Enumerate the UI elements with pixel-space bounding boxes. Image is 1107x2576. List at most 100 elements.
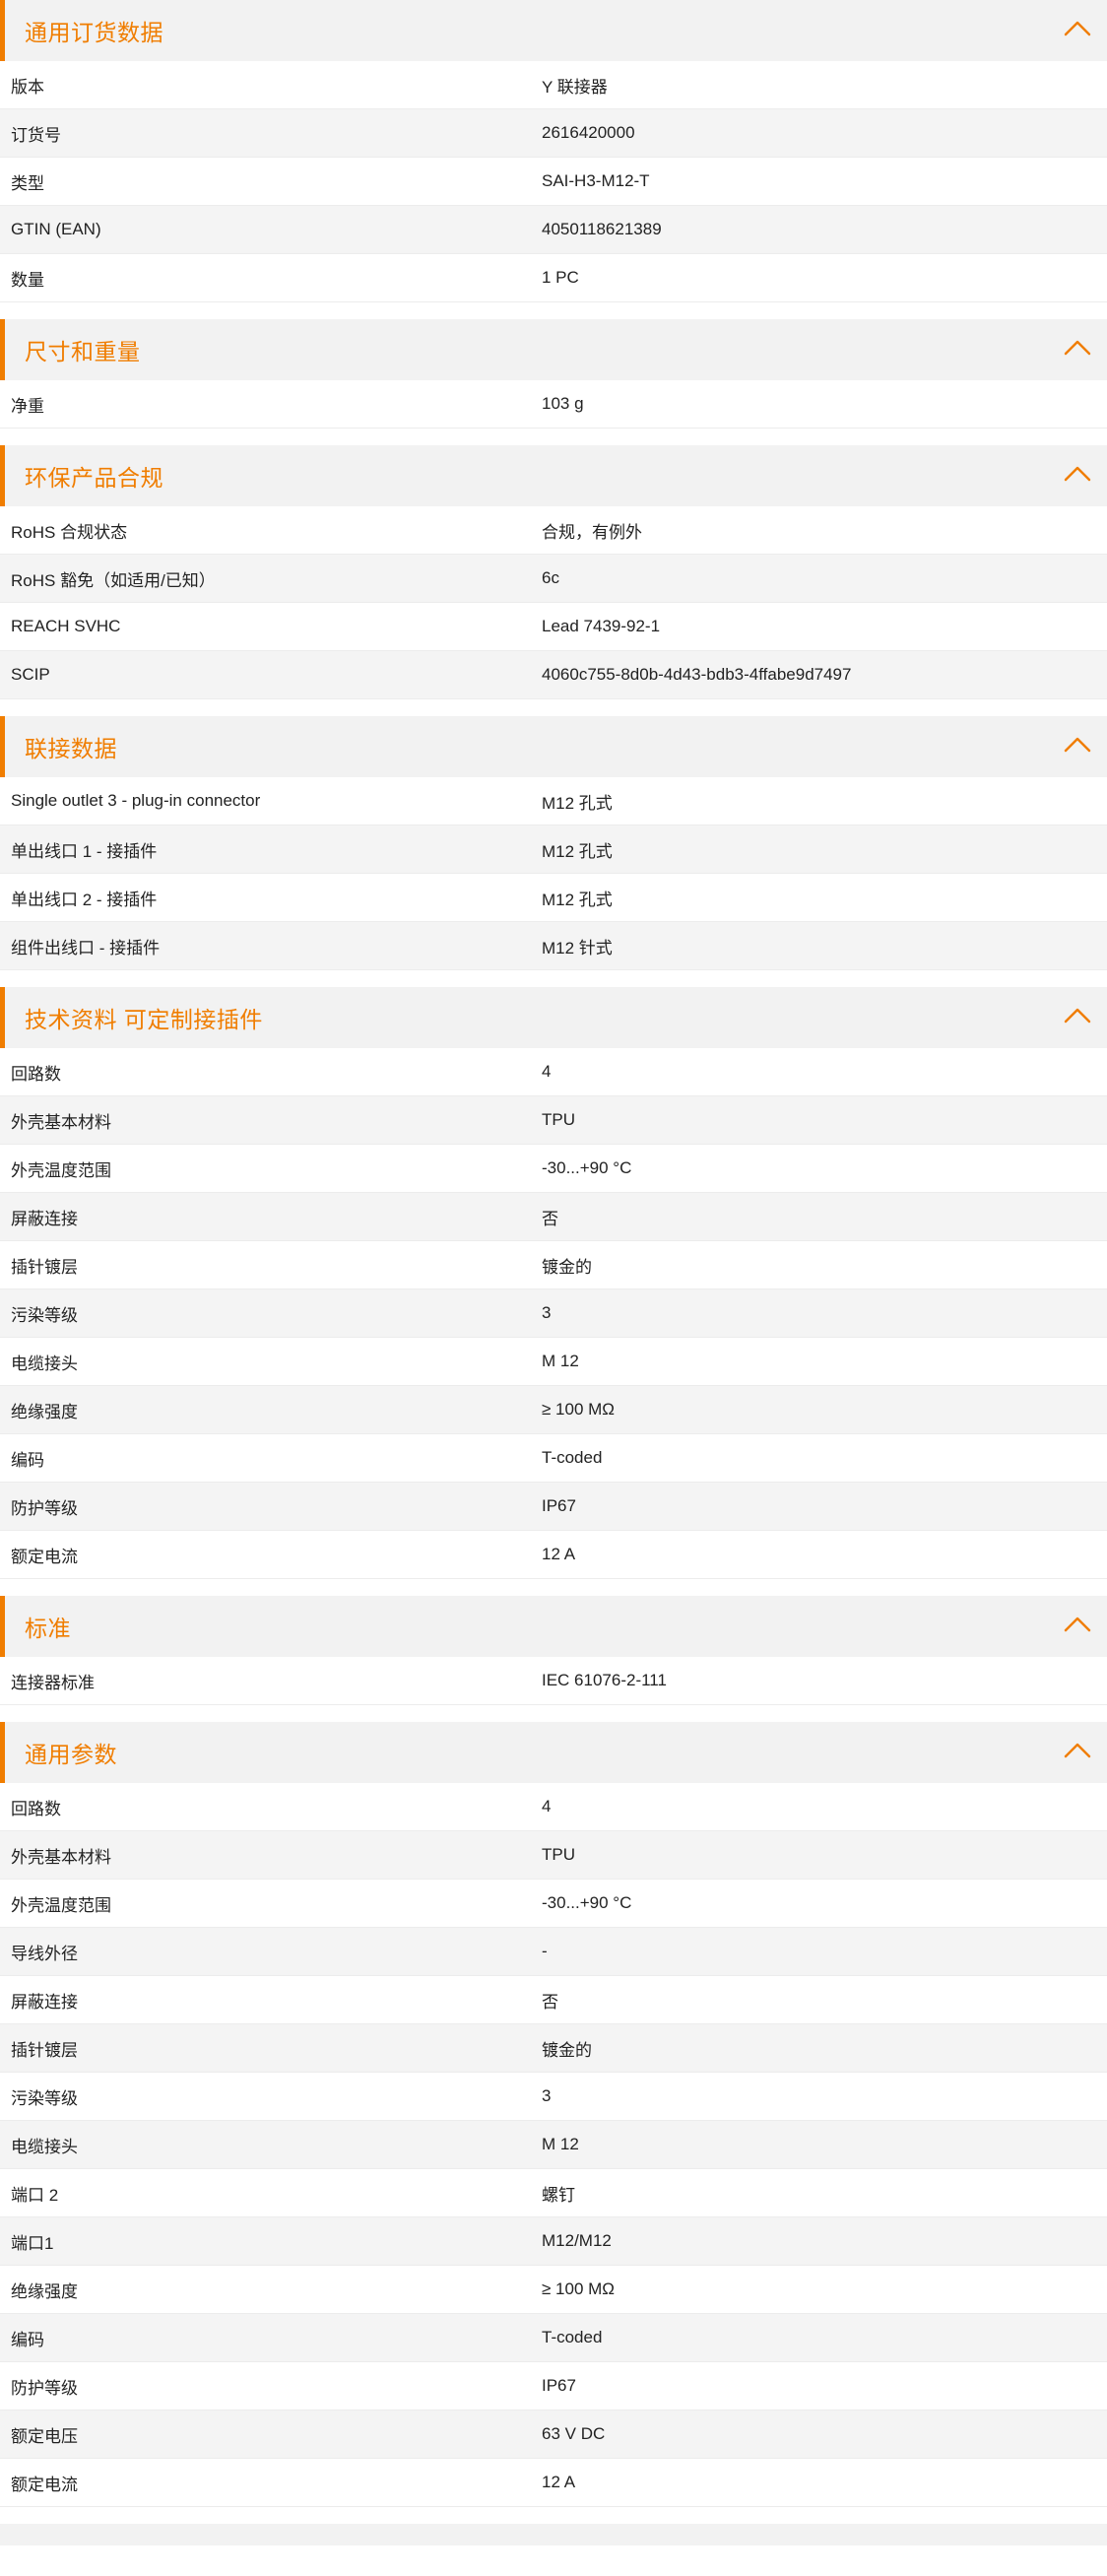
table-row: 回路数 4 — [0, 1048, 1107, 1096]
spec-table: 净重 103 g — [0, 380, 1107, 429]
row-value: -30...+90 °C — [542, 1893, 632, 1912]
chevron-up-icon[interactable] — [1064, 20, 1091, 37]
row-value: 12 A — [542, 1545, 576, 1563]
row-label: 屏蔽连接 — [11, 1992, 78, 2012]
row-value: 2616420000 — [542, 123, 635, 142]
row-value: 12 A — [542, 2473, 576, 2491]
row-label: 编码 — [11, 1450, 44, 1470]
row-value: IP67 — [542, 2376, 576, 2395]
row-label: 连接器标准 — [11, 1673, 95, 1692]
section-header[interactable]: 通用参数 — [0, 1722, 1107, 1783]
row-value: 103 g — [542, 394, 584, 413]
footer-strip — [0, 2524, 1107, 2545]
row-value: 否 — [542, 1992, 558, 2012]
row-value: M 12 — [542, 2135, 579, 2153]
chevron-up-icon[interactable] — [1064, 465, 1091, 483]
row-label: 电缆接头 — [11, 2137, 78, 2156]
table-row: 插针镀层 镀金的 — [0, 2024, 1107, 2073]
row-value: M12/M12 — [542, 2231, 612, 2250]
chevron-up-icon[interactable] — [1064, 736, 1091, 754]
row-value: - — [542, 1942, 548, 1960]
section-header[interactable]: 标准 — [0, 1596, 1107, 1657]
row-value: M 12 — [542, 1352, 579, 1370]
table-row: GTIN (EAN) 4050118621389 — [0, 206, 1107, 254]
chevron-up-icon[interactable] — [1064, 1616, 1091, 1633]
spec-table: 回路数 4 外壳基本材料 TPU 外壳温度范围 -30...+90 °C 屏蔽连接 否插针镀层… — [0, 1048, 1107, 1579]
row-value: Lead 7439-92-1 — [542, 617, 661, 635]
table-row: 订货号 2616420000 — [0, 109, 1107, 158]
row-value: TPU — [542, 1845, 575, 1864]
section-title: 尺寸和重量 — [25, 339, 141, 364]
table-row: 绝缘强度 ≥ 100 MΩ — [0, 1386, 1107, 1434]
spec-table: 版本 Y 联接器 订货号 2616420000 类型 SAI-H3-M12-T GTIN (… — [0, 61, 1107, 302]
row-label: 订货号 — [11, 125, 61, 145]
section-header[interactable]: 环保产品合规 — [0, 445, 1107, 506]
row-value: ≥ 100 MΩ — [542, 1400, 616, 1419]
table-row: REACH SVHC Lead 7439-92-1 — [0, 603, 1107, 651]
row-label: 防护等级 — [11, 1498, 78, 1518]
row-label: 外壳温度范围 — [11, 1895, 111, 1915]
section-title: 通用参数 — [25, 1742, 117, 1767]
row-value: M12 孔式 — [542, 890, 613, 909]
row-label: 插针镀层 — [11, 1257, 78, 1277]
table-row: SCIP 4060c755-8d0b-4d43-bdb3-4ffabe9d7497 — [0, 651, 1107, 699]
table-row: RoHS 豁免（如适用/已知） 6c — [0, 555, 1107, 603]
table-row: 污染等级 3 — [0, 2073, 1107, 2121]
row-label: 额定电流 — [11, 2475, 78, 2494]
table-row: 类型 SAI-H3-M12-T — [0, 158, 1107, 206]
section-header[interactable]: 通用订货数据 — [0, 0, 1107, 61]
row-label: 外壳基本材料 — [11, 1847, 111, 1867]
row-value: -30...+90 °C — [542, 1158, 632, 1177]
row-label: 端口 2 — [11, 2185, 59, 2205]
chevron-up-icon[interactable] — [1064, 339, 1091, 357]
section-header[interactable]: 尺寸和重量 — [0, 319, 1107, 380]
row-value: 6c — [542, 568, 559, 587]
row-value: 4 — [542, 1062, 552, 1081]
table-row: 外壳温度范围 -30...+90 °C — [0, 1145, 1107, 1193]
table-row: 外壳基本材料 TPU — [0, 1831, 1107, 1880]
row-label: 插针镀层 — [11, 2040, 78, 2060]
table-row: 屏蔽连接 否 — [0, 1193, 1107, 1241]
row-value: 否 — [542, 1209, 558, 1228]
table-row: 电缆接头 M 12 — [0, 2121, 1107, 2169]
spec-table: Single outlet 3 - plug-in connector M12 孔… — [0, 777, 1107, 970]
row-label: 电缆接头 — [11, 1354, 78, 1373]
table-row: RoHS 合规状态 合规，有例外 — [0, 506, 1107, 555]
row-value: 1 PC — [542, 268, 579, 287]
table-row: 外壳基本材料 TPU — [0, 1096, 1107, 1145]
row-label: GTIN (EAN) — [11, 220, 101, 238]
table-row: 额定电流 12 A — [0, 2459, 1107, 2507]
row-label: 单出线口 1 - 接插件 — [11, 841, 158, 861]
section-spacer — [0, 1579, 1107, 1596]
row-label: 污染等级 — [11, 2088, 78, 2108]
table-row: 外壳温度范围 -30...+90 °C — [0, 1880, 1107, 1928]
section-header[interactable]: 联接数据 — [0, 716, 1107, 777]
row-label: 版本 — [11, 77, 44, 97]
row-value: M12 孔式 — [542, 793, 613, 813]
section-5: 标准连接器标准 IEC 61076-2-111 — [0, 1596, 1107, 1705]
row-label: 数量 — [11, 270, 44, 290]
row-value: 4 — [542, 1797, 552, 1816]
row-label: 防护等级 — [11, 2378, 78, 2398]
row-label: 额定电流 — [11, 1547, 78, 1566]
row-label: REACH SVHC — [11, 617, 121, 635]
table-row: 连接器标准 IEC 61076-2-111 — [0, 1657, 1107, 1705]
section-title: 通用订货数据 — [25, 20, 163, 45]
row-label: 外壳温度范围 — [11, 1160, 111, 1180]
row-label: 单出线口 2 - 接插件 — [11, 890, 158, 909]
row-label: 外壳基本材料 — [11, 1112, 111, 1132]
row-label: 回路数 — [11, 1064, 61, 1084]
row-label: SCIP — [11, 665, 50, 684]
section-spacer — [0, 1705, 1107, 1722]
row-value: 4060c755-8d0b-4d43-bdb3-4ffabe9d7497 — [542, 665, 852, 684]
section-title: 联接数据 — [25, 736, 117, 761]
row-value: 合规，有例外 — [542, 522, 642, 542]
section-header[interactable]: 技术资料 可定制接插件 — [0, 987, 1107, 1048]
row-value: IP67 — [542, 1496, 576, 1515]
table-row: 编码 T-coded — [0, 2314, 1107, 2362]
chevron-up-icon[interactable] — [1064, 1007, 1091, 1024]
chevron-up-icon[interactable] — [1064, 1742, 1091, 1759]
row-value: 3 — [542, 1303, 552, 1322]
row-value: IEC 61076-2-111 — [542, 1671, 667, 1689]
section-0: 通用订货数据 版本 Y 联接器 订货号 2616420000 类型 SAI-H3-M12-T… — [0, 0, 1107, 302]
